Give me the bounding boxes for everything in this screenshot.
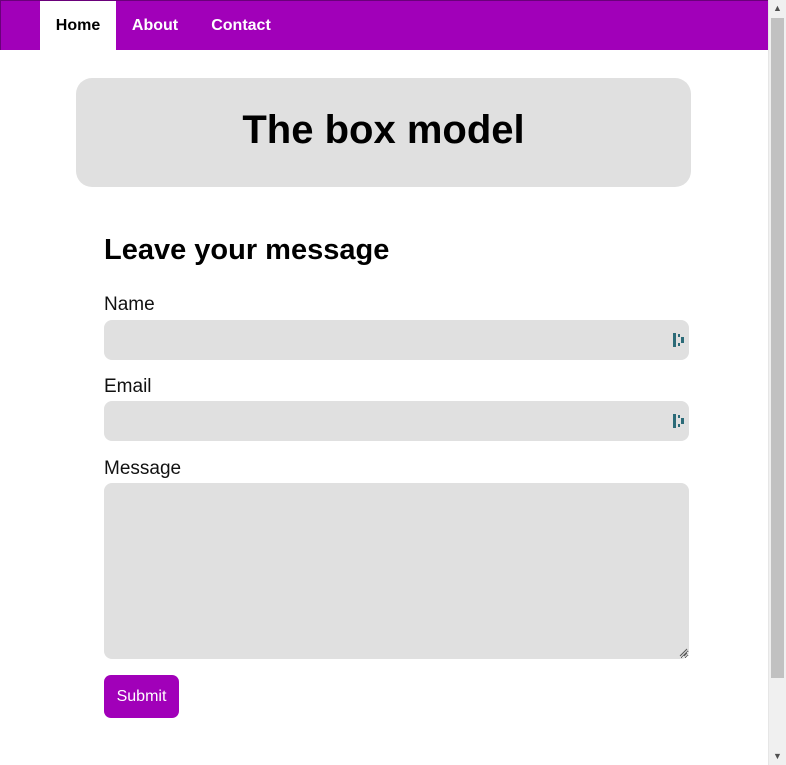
email-label: Email: [104, 376, 152, 397]
message-label: Message: [104, 458, 182, 479]
form-title: Leave your message: [104, 234, 390, 266]
nav-item-contact[interactable]: Contact: [200, 1, 282, 51]
name-label: Name: [104, 294, 155, 315]
page-title: The box model: [242, 108, 525, 152]
page-banner: The box model: [76, 78, 691, 187]
scrollbar-thumb[interactable]: [771, 18, 784, 678]
top-navbar: Home About Contact: [0, 0, 768, 51]
page-viewport: Home About Contact The box model Leave y…: [0, 0, 768, 765]
nav-item-about[interactable]: About: [122, 1, 188, 51]
vertical-scrollbar[interactable]: ▲ ▼: [768, 0, 786, 765]
arrow-up-icon[interactable]: ▲: [769, 0, 786, 17]
message-field[interactable]: [104, 483, 689, 659]
arrow-down-icon[interactable]: ▼: [769, 748, 786, 765]
nav-item-home[interactable]: Home: [40, 1, 116, 51]
password-manager-icon[interactable]: [673, 414, 685, 428]
email-field[interactable]: [104, 401, 689, 441]
password-manager-icon[interactable]: [673, 333, 685, 347]
resize-grip-icon[interactable]: [679, 648, 688, 657]
name-field[interactable]: [104, 320, 689, 360]
submit-button[interactable]: Submit: [104, 675, 179, 718]
